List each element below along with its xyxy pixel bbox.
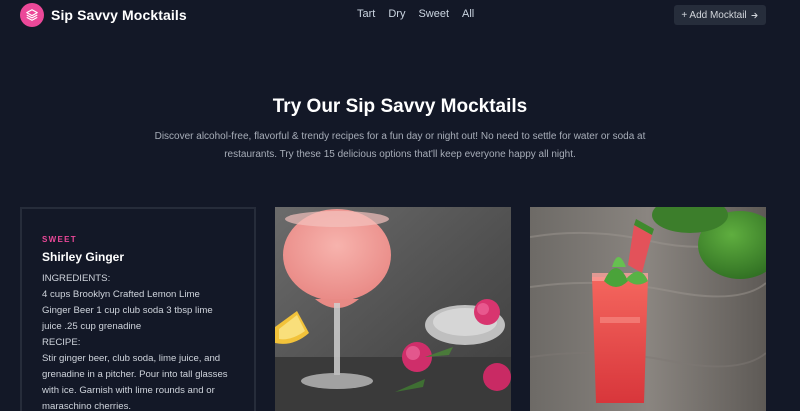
- nav-link-dry[interactable]: Dry: [388, 8, 405, 20]
- hero-description-line-1: Discover alcohol-free, flavorful & trend…: [154, 131, 646, 142]
- hero-description-line-2: restaurants. Try these 15 delicious opti…: [224, 149, 576, 160]
- nav-link-all[interactable]: All: [462, 8, 474, 20]
- recipe-line: Stir ginger beer, club soda, lime juice,…: [42, 353, 221, 364]
- watermelon-drink-photo[interactable]: [530, 207, 766, 411]
- category-tag: SWEET: [42, 235, 77, 244]
- pink-coupe-cocktail-photo[interactable]: [275, 207, 511, 411]
- brand-link[interactable]: Sip Savvy Mocktails: [20, 3, 187, 27]
- recipe-line: juice .25 cup grenadine: [42, 321, 142, 332]
- nav-link-sweet[interactable]: Sweet: [418, 8, 449, 20]
- recipe-line: grenadine in a pitcher. Pour into tall g…: [42, 369, 228, 380]
- recipe-line: 4 cups Brooklyn Crafted Lemon Lime: [42, 289, 200, 300]
- recipe-line: Ginger Beer 1 cup club soda 3 tbsp lime: [42, 305, 213, 316]
- hero-description: Discover alcohol-free, flavorful & trend…: [140, 128, 660, 164]
- recipe-line: maraschino cherries.: [42, 401, 132, 411]
- recipe-title: Shirley Ginger: [42, 250, 125, 264]
- brand-name: Sip Savvy Mocktails: [51, 7, 187, 23]
- add-mocktail-label: + Add Mocktail: [681, 9, 747, 21]
- recipe-line: INGREDIENTS:: [42, 273, 111, 284]
- nav-link-tart[interactable]: Tart: [357, 8, 375, 20]
- navbar: Sip Savvy Mocktails Tart Dry Sweet All +…: [0, 0, 800, 30]
- arrow-right-icon: [751, 12, 758, 18]
- layers-icon: [20, 3, 44, 27]
- nav-links: Tart Dry Sweet All: [357, 8, 474, 20]
- recipe-line: with ice. Garnish with lime rounds and o…: [42, 385, 215, 396]
- page-title: Try Our Sip Savvy Mocktails: [272, 96, 528, 117]
- add-mocktail-button[interactable]: + Add Mocktail: [674, 5, 766, 25]
- recipe-card[interactable]: SWEET Shirley Ginger INGREDIENTS: 4 cups…: [20, 207, 256, 411]
- recipe-line: RECIPE:: [42, 337, 81, 348]
- recipe-body: INGREDIENTS: 4 cups Brooklyn Crafted Lem…: [42, 271, 234, 411]
